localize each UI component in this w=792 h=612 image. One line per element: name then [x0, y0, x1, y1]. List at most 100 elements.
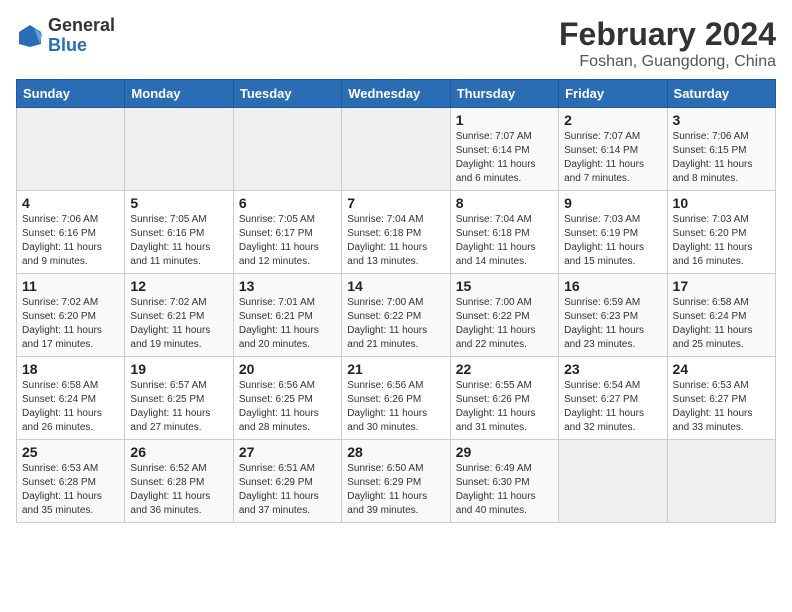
day-cell: 14 Sunrise: 7:00 AM Sunset: 6:22 PM Dayli… — [342, 274, 450, 357]
day-cell: 6 Sunrise: 7:05 AM Sunset: 6:17 PM Daylig… — [233, 191, 341, 274]
day-info: Sunrise: 6:58 AM Sunset: 6:24 PM Dayligh… — [22, 379, 119, 435]
day-cell: 27 Sunrise: 6:51 AM Sunset: 6:29 PM Dayli… — [233, 440, 341, 523]
day-cell: 2 Sunrise: 7:07 AM Sunset: 6:14 PM Daylig… — [559, 108, 667, 191]
logo-text: General Blue — [48, 16, 115, 56]
day-number: 2 — [564, 112, 661, 128]
day-info: Sunrise: 7:04 AM Sunset: 6:18 PM Dayligh… — [456, 213, 553, 269]
header: General Blue February 2024 Foshan, Guang… — [16, 16, 776, 71]
day-info: Sunrise: 7:03 AM Sunset: 6:20 PM Dayligh… — [673, 213, 770, 269]
day-cell: 25 Sunrise: 6:53 AM Sunset: 6:28 PM Dayli… — [17, 440, 125, 523]
day-number: 8 — [456, 195, 553, 211]
day-info: Sunrise: 6:51 AM Sunset: 6:29 PM Dayligh… — [239, 462, 336, 518]
day-number: 21 — [347, 361, 444, 377]
logo-general-text: General — [48, 15, 115, 35]
weekday-header-monday: Monday — [125, 80, 233, 108]
weekday-header-sunday: Sunday — [17, 80, 125, 108]
day-cell: 8 Sunrise: 7:04 AM Sunset: 6:18 PM Daylig… — [450, 191, 558, 274]
day-info: Sunrise: 7:05 AM Sunset: 6:17 PM Dayligh… — [239, 213, 336, 269]
day-info: Sunrise: 7:01 AM Sunset: 6:21 PM Dayligh… — [239, 296, 336, 352]
day-number: 3 — [673, 112, 770, 128]
day-cell: 13 Sunrise: 7:01 AM Sunset: 6:21 PM Dayli… — [233, 274, 341, 357]
day-number: 20 — [239, 361, 336, 377]
day-info: Sunrise: 7:07 AM Sunset: 6:14 PM Dayligh… — [456, 130, 553, 186]
day-number: 24 — [673, 361, 770, 377]
day-cell: 16 Sunrise: 6:59 AM Sunset: 6:23 PM Dayli… — [559, 274, 667, 357]
day-info: Sunrise: 6:53 AM Sunset: 6:28 PM Dayligh… — [22, 462, 119, 518]
weekday-header-thursday: Thursday — [450, 80, 558, 108]
day-cell: 4Sunrise: 7:06 AM Sunset: 6:16 PM Daylig… — [17, 191, 125, 274]
day-cell: 22 Sunrise: 6:55 AM Sunset: 6:26 PM Dayli… — [450, 357, 558, 440]
day-cell: 15 Sunrise: 7:00 AM Sunset: 6:22 PM Dayli… — [450, 274, 558, 357]
day-number: 19 — [130, 361, 227, 377]
day-number: 14 — [347, 278, 444, 294]
week-row-3: 11 Sunrise: 7:02 AM Sunset: 6:20 PM Dayli… — [17, 274, 776, 357]
day-cell — [17, 108, 125, 191]
title-block: February 2024 Foshan, Guangdong, China — [559, 16, 776, 71]
day-cell: 17Sunrise: 6:58 AM Sunset: 6:24 PM Dayli… — [667, 274, 775, 357]
day-number: 1 — [456, 112, 553, 128]
day-number: 9 — [564, 195, 661, 211]
day-cell: 20 Sunrise: 6:56 AM Sunset: 6:25 PM Dayli… — [233, 357, 341, 440]
main-title: February 2024 — [559, 16, 776, 53]
day-cell: 3 Sunrise: 7:06 AM Sunset: 6:15 PM Daylig… — [667, 108, 775, 191]
weekday-header-tuesday: Tuesday — [233, 80, 341, 108]
day-number: 15 — [456, 278, 553, 294]
day-cell: 12Sunrise: 7:02 AM Sunset: 6:21 PM Dayli… — [125, 274, 233, 357]
weekday-header-row: SundayMondayTuesdayWednesdayThursdayFrid… — [17, 80, 776, 108]
day-number: 5 — [130, 195, 227, 211]
day-number: 6 — [239, 195, 336, 211]
day-number: 12 — [130, 278, 227, 294]
day-cell: 21Sunrise: 6:56 AM Sunset: 6:26 PM Dayli… — [342, 357, 450, 440]
day-info: Sunrise: 7:07 AM Sunset: 6:14 PM Dayligh… — [564, 130, 661, 186]
day-info: Sunrise: 6:49 AM Sunset: 6:30 PM Dayligh… — [456, 462, 553, 518]
day-number: 22 — [456, 361, 553, 377]
day-cell: 9 Sunrise: 7:03 AM Sunset: 6:19 PM Daylig… — [559, 191, 667, 274]
day-number: 7 — [347, 195, 444, 211]
weekday-header-wednesday: Wednesday — [342, 80, 450, 108]
day-info: Sunrise: 7:00 AM Sunset: 6:22 PM Dayligh… — [456, 296, 553, 352]
day-number: 27 — [239, 444, 336, 460]
day-info: Sunrise: 7:06 AM Sunset: 6:15 PM Dayligh… — [673, 130, 770, 186]
day-number: 13 — [239, 278, 336, 294]
day-info: Sunrise: 6:56 AM Sunset: 6:25 PM Dayligh… — [239, 379, 336, 435]
day-number: 29 — [456, 444, 553, 460]
week-row-1: 1 Sunrise: 7:07 AM Sunset: 6:14 PM Daylig… — [17, 108, 776, 191]
day-cell: 7Sunrise: 7:04 AM Sunset: 6:18 PM Daylig… — [342, 191, 450, 274]
day-info: Sunrise: 6:55 AM Sunset: 6:26 PM Dayligh… — [456, 379, 553, 435]
day-cell: 18Sunrise: 6:58 AM Sunset: 6:24 PM Dayli… — [17, 357, 125, 440]
week-row-4: 18Sunrise: 6:58 AM Sunset: 6:24 PM Dayli… — [17, 357, 776, 440]
calendar-table: SundayMondayTuesdayWednesdayThursdayFrid… — [16, 79, 776, 523]
subtitle: Foshan, Guangdong, China — [559, 53, 776, 71]
day-cell — [667, 440, 775, 523]
day-cell: 5Sunrise: 7:05 AM Sunset: 6:16 PM Daylig… — [125, 191, 233, 274]
logo: General Blue — [16, 16, 115, 56]
week-row-5: 25 Sunrise: 6:53 AM Sunset: 6:28 PM Dayli… — [17, 440, 776, 523]
day-info: Sunrise: 6:57 AM Sunset: 6:25 PM Dayligh… — [130, 379, 227, 435]
weekday-header-saturday: Saturday — [667, 80, 775, 108]
day-info: Sunrise: 7:02 AM Sunset: 6:20 PM Dayligh… — [22, 296, 119, 352]
day-number: 25 — [22, 444, 119, 460]
day-number: 26 — [130, 444, 227, 460]
day-number: 23 — [564, 361, 661, 377]
logo-icon — [16, 22, 44, 50]
day-cell: 29 Sunrise: 6:49 AM Sunset: 6:30 PM Dayli… — [450, 440, 558, 523]
day-info: Sunrise: 7:00 AM Sunset: 6:22 PM Dayligh… — [347, 296, 444, 352]
day-number: 11 — [22, 278, 119, 294]
day-cell — [233, 108, 341, 191]
day-info: Sunrise: 6:53 AM Sunset: 6:27 PM Dayligh… — [673, 379, 770, 435]
day-info: Sunrise: 6:58 AM Sunset: 6:24 PM Dayligh… — [673, 296, 770, 352]
day-info: Sunrise: 6:54 AM Sunset: 6:27 PM Dayligh… — [564, 379, 661, 435]
day-cell: 19 Sunrise: 6:57 AM Sunset: 6:25 PM Dayli… — [125, 357, 233, 440]
day-cell: 23 Sunrise: 6:54 AM Sunset: 6:27 PM Dayli… — [559, 357, 667, 440]
day-number: 16 — [564, 278, 661, 294]
day-cell: 26Sunrise: 6:52 AM Sunset: 6:28 PM Dayli… — [125, 440, 233, 523]
day-info: Sunrise: 6:59 AM Sunset: 6:23 PM Dayligh… — [564, 296, 661, 352]
day-cell — [125, 108, 233, 191]
week-row-2: 4Sunrise: 7:06 AM Sunset: 6:16 PM Daylig… — [17, 191, 776, 274]
day-cell: 24 Sunrise: 6:53 AM Sunset: 6:27 PM Dayli… — [667, 357, 775, 440]
day-info: Sunrise: 7:03 AM Sunset: 6:19 PM Dayligh… — [564, 213, 661, 269]
day-cell: 1 Sunrise: 7:07 AM Sunset: 6:14 PM Daylig… — [450, 108, 558, 191]
day-cell: 11 Sunrise: 7:02 AM Sunset: 6:20 PM Dayli… — [17, 274, 125, 357]
day-number: 4 — [22, 195, 119, 211]
day-number: 10 — [673, 195, 770, 211]
